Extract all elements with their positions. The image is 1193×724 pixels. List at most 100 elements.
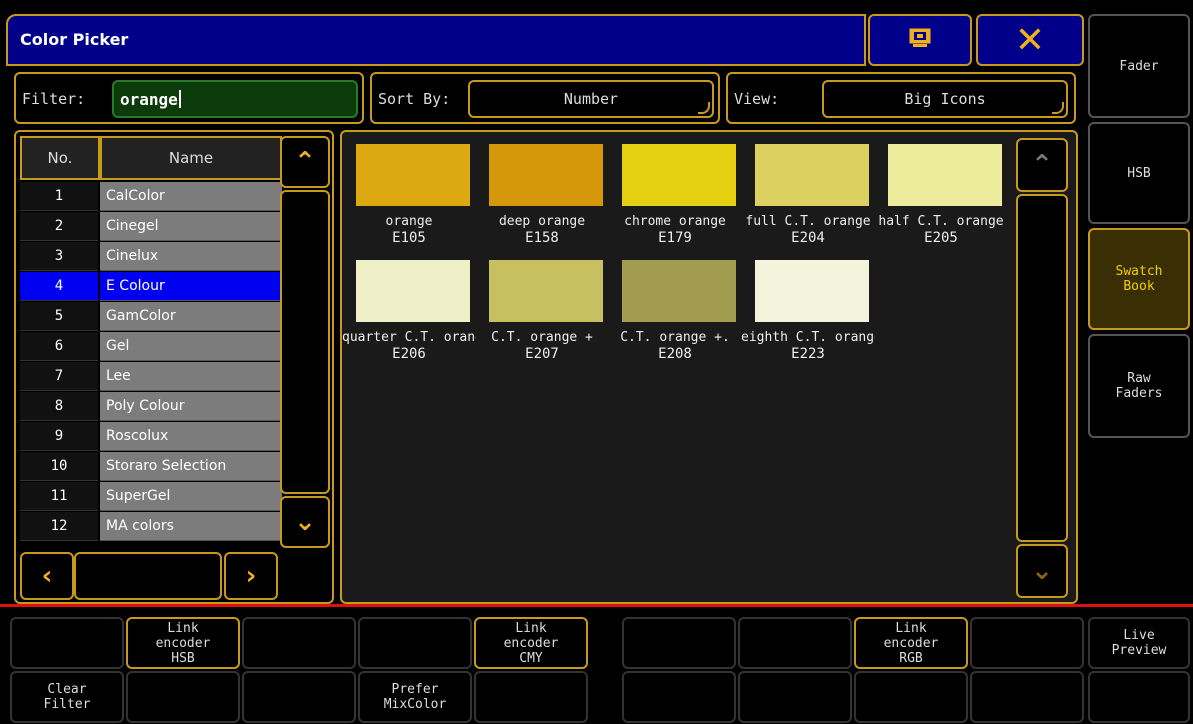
list-scroll-right-button[interactable]: ›: [224, 552, 278, 600]
bottom-empty-button[interactable]: [854, 671, 968, 723]
bottom-toolbar: Link encoder HSB Link encoder CMY Link e…: [0, 604, 1193, 724]
list-row[interactable]: 12 MA colors: [20, 512, 282, 541]
chevron-down-icon: ⌄: [294, 507, 316, 537]
swatch-color: [622, 144, 736, 206]
row-number: 3: [20, 242, 98, 271]
chevron-up-icon: ⌃: [1031, 150, 1053, 180]
bottom-empty-button[interactable]: [970, 671, 1084, 723]
sort-panel: Sort By: Number: [370, 72, 720, 124]
swatch-code: E207: [525, 346, 559, 362]
filter-value: orange: [120, 89, 178, 109]
list-hscrollbar-track[interactable]: [74, 552, 222, 600]
swatch-scroll-down-button[interactable]: ⌄: [1016, 544, 1068, 598]
row-number: 11: [20, 482, 98, 511]
sort-select[interactable]: Number: [468, 80, 714, 118]
column-header-no[interactable]: No.: [20, 136, 100, 180]
bottom-empty-button[interactable]: [126, 671, 240, 723]
swatch-color: [356, 144, 470, 206]
filter-input[interactable]: orange: [112, 80, 358, 118]
row-name: Lee: [100, 362, 282, 391]
row-name: Poly Colour: [100, 392, 282, 421]
link-encoder-cmy-button[interactable]: Link encoder CMY: [474, 617, 588, 669]
swatch-color: [622, 260, 736, 322]
tab-raw-faders[interactable]: Raw Faders: [1088, 334, 1190, 438]
list-row[interactable]: 6 Gel: [20, 332, 282, 361]
list-row[interactable]: 9 Roscolux: [20, 422, 282, 451]
column-header-name[interactable]: Name: [100, 136, 282, 180]
swatch-name: deep orange: [498, 214, 586, 229]
bottom-empty-button[interactable]: [10, 617, 124, 669]
swatch-name: chrome orange: [624, 214, 726, 229]
list-row[interactable]: 2 Cinegel: [20, 212, 282, 241]
tab-hsb[interactable]: HSB: [1088, 122, 1190, 224]
swatch-code: E105: [392, 230, 426, 246]
screen-select-button[interactable]: [868, 14, 972, 66]
screen-icon: [909, 28, 931, 52]
swatch-color: [888, 144, 1002, 206]
bottom-empty-button[interactable]: [622, 671, 736, 723]
row-name: Storaro Selection: [100, 452, 282, 481]
live-preview-button[interactable]: Live Preview: [1088, 617, 1190, 669]
list-scroll-down-button[interactable]: ⌄: [280, 496, 330, 548]
swatch-name: C.T. orange +: [491, 330, 593, 345]
bottom-empty-button[interactable]: [242, 671, 356, 723]
row-number: 10: [20, 452, 98, 481]
swatch-name: eighth C.T. orange: [741, 330, 875, 345]
swatch-name: quarter C.T. orange: [342, 330, 476, 345]
link-encoder-rgb-button[interactable]: Link encoder RGB: [854, 617, 968, 669]
link-encoder-hsb-button[interactable]: Link encoder HSB: [126, 617, 240, 669]
prefer-mixcolor-button[interactable]: Prefer MixColor: [358, 671, 472, 723]
tab-swatch-book[interactable]: Swatch Book: [1088, 228, 1190, 330]
swatch-name: orange: [385, 214, 433, 229]
bottom-empty-button[interactable]: [970, 617, 1084, 669]
swatch-code: E223: [791, 346, 825, 362]
list-row[interactable]: 3 Cinelux: [20, 242, 282, 271]
swatch-color: [356, 260, 470, 322]
swatch-code: E208: [658, 346, 692, 362]
row-number: 9: [20, 422, 98, 451]
row-number: 12: [20, 512, 98, 541]
clear-filter-button[interactable]: Clear Filter: [10, 671, 124, 723]
list-row-selected[interactable]: 4E Colour: [20, 272, 282, 301]
sort-label: Sort By:: [378, 90, 451, 108]
filter-label: Filter:: [22, 90, 86, 108]
bottom-empty-button[interactable]: [358, 617, 472, 669]
filter-panel: Filter: orange: [14, 72, 364, 124]
row-number: 7: [20, 362, 98, 391]
swatch-scroll-up-button[interactable]: ⌃: [1016, 138, 1068, 192]
dropdown-corner-icon: [1052, 102, 1064, 114]
list-scroll-up-button[interactable]: ⌃: [280, 136, 330, 188]
row-name: E Colour: [100, 272, 282, 301]
list-row[interactable]: 11 SuperGel: [20, 482, 282, 511]
bottom-empty-button[interactable]: [738, 671, 852, 723]
list-scrollbar-track[interactable]: [280, 190, 330, 494]
row-name: CalColor: [100, 182, 282, 211]
swatch-scrollbar-track[interactable]: [1016, 194, 1068, 542]
bottom-empty-button[interactable]: [738, 617, 852, 669]
window-title: Color Picker: [20, 30, 129, 49]
swatch-color: [489, 144, 603, 206]
list-row[interactable]: 7 Lee: [20, 362, 282, 391]
list-row[interactable]: 1 CalColor: [20, 182, 282, 211]
row-number: 4: [20, 272, 98, 301]
view-select[interactable]: Big Icons: [822, 80, 1068, 118]
list-row[interactable]: 10 Storaro Selection: [20, 452, 282, 481]
bottom-empty-button[interactable]: [622, 617, 736, 669]
bottom-empty-button[interactable]: [242, 617, 356, 669]
close-button[interactable]: ✕: [976, 14, 1084, 66]
row-number: 8: [20, 392, 98, 421]
row-name: Roscolux: [100, 422, 282, 451]
chevron-up-icon: ⌃: [294, 147, 316, 177]
swatch-color: [755, 144, 869, 206]
list-scroll-left-button[interactable]: ‹: [20, 552, 74, 600]
tab-fader[interactable]: Fader: [1088, 14, 1190, 118]
list-row[interactable]: 8 Poly Colour: [20, 392, 282, 421]
bottom-empty-button[interactable]: [474, 671, 588, 723]
chevron-left-icon: ‹: [41, 561, 53, 591]
bottom-empty-button[interactable]: [1088, 671, 1190, 723]
view-label: View:: [734, 90, 780, 108]
sort-value: Number: [563, 90, 619, 108]
list-row[interactable]: 5 GamColor: [20, 302, 282, 331]
swatch-name: full C.T. orange: [745, 214, 871, 229]
row-name: Gel: [100, 332, 282, 361]
